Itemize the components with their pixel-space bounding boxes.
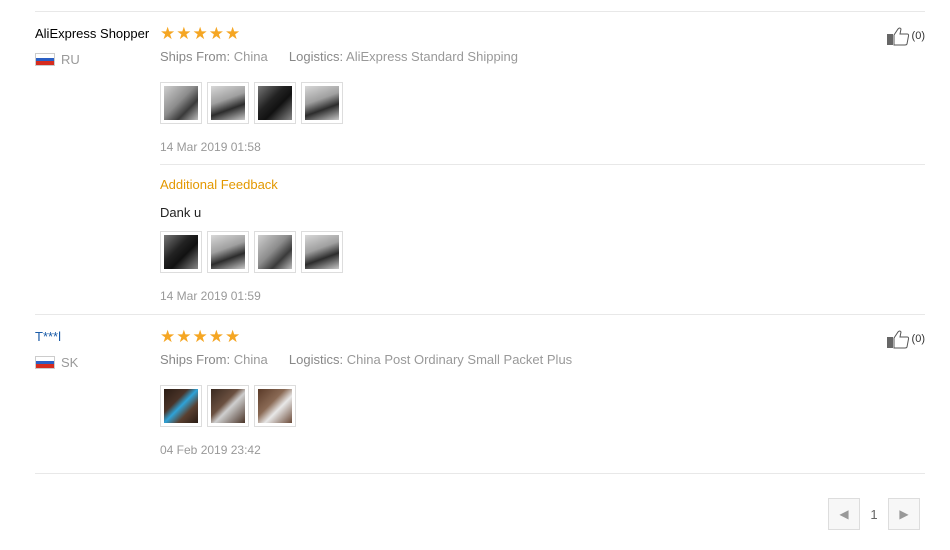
logistics-label: Logistics:: [288, 49, 344, 64]
reviewer-country: SK: [35, 355, 78, 370]
flag-ru-icon: [35, 53, 55, 66]
review-photo[interactable]: [301, 231, 343, 273]
review-photos: [160, 82, 343, 124]
review-photo[interactable]: [301, 82, 343, 124]
review-date: 04 Feb 2019 23:42: [160, 443, 261, 457]
star-icon: ★: [208, 327, 224, 346]
additional-feedback-label: Additional Feedback: [160, 177, 278, 192]
review-date: 14 Mar 2019 01:58: [160, 140, 261, 154]
ships-from-label: Ships From:: [160, 352, 231, 367]
additional-feedback-date: 14 Mar 2019 01:59: [160, 289, 261, 303]
shipping-info: Ships From: China Logistics: AliExpress …: [160, 49, 518, 64]
star-icon: ★: [176, 24, 192, 43]
star-icon: ★: [225, 24, 241, 43]
star-icon: ★: [160, 327, 176, 346]
chevron-left-icon: ◀: [839, 507, 849, 521]
review-photo[interactable]: [254, 82, 296, 124]
review-photo[interactable]: [254, 231, 296, 273]
flag-sk-icon: [35, 356, 55, 369]
logistics-value: China Post Ordinary Small Packet Plus: [346, 352, 573, 367]
review-photo[interactable]: [160, 231, 202, 273]
helpful-button[interactable]: (0): [886, 329, 925, 349]
bottom-divider: [35, 473, 925, 474]
review-photo[interactable]: [254, 385, 296, 427]
thumbs-up-icon: [886, 27, 909, 46]
additional-photos: [160, 231, 343, 273]
pagination: ◀ 1 ▶: [828, 498, 920, 530]
star-icon: ★: [176, 327, 192, 346]
star-icon: ★: [225, 327, 241, 346]
ships-from-value: China: [233, 49, 268, 64]
star-icon: ★: [160, 24, 176, 43]
reviewer-name[interactable]: T***l: [35, 329, 61, 344]
ships-from-label: Ships From:: [160, 49, 231, 64]
review-photo[interactable]: [207, 231, 249, 273]
star-icon: ★: [192, 327, 208, 346]
additional-divider: [160, 164, 925, 165]
additional-feedback-text: Dank u: [160, 205, 202, 220]
next-page-button[interactable]: ▶: [888, 498, 920, 530]
review-photo[interactable]: [207, 82, 249, 124]
star-icon: ★: [208, 24, 224, 43]
review-divider: [35, 314, 925, 315]
review-photos: [160, 385, 296, 427]
thumbs-up-icon: [886, 330, 909, 349]
like-count: (0): [911, 30, 925, 42]
like-count: (0): [911, 333, 925, 345]
reviewer-country: RU: [35, 52, 80, 67]
prev-page-button[interactable]: ◀: [828, 498, 860, 530]
country-code: RU: [61, 52, 80, 67]
logistics-value: AliExpress Standard Shipping: [346, 49, 519, 64]
top-divider: [35, 11, 925, 12]
review-photo[interactable]: [160, 82, 202, 124]
rating-stars: ★ ★ ★ ★ ★: [160, 25, 240, 42]
review-photo[interactable]: [207, 385, 249, 427]
chevron-right-icon: ▶: [899, 507, 909, 521]
helpful-button[interactable]: (0): [886, 26, 925, 46]
current-page[interactable]: 1: [860, 507, 888, 522]
reviewer-name: AliExpress Shopper: [35, 26, 150, 41]
logistics-label: Logistics:: [288, 352, 344, 367]
rating-stars: ★ ★ ★ ★ ★: [160, 328, 240, 345]
country-code: SK: [61, 355, 79, 370]
ships-from-value: China: [233, 352, 268, 367]
shipping-info: Ships From: China Logistics: China Post …: [160, 352, 572, 367]
star-icon: ★: [192, 24, 208, 43]
review-photo[interactable]: [160, 385, 202, 427]
